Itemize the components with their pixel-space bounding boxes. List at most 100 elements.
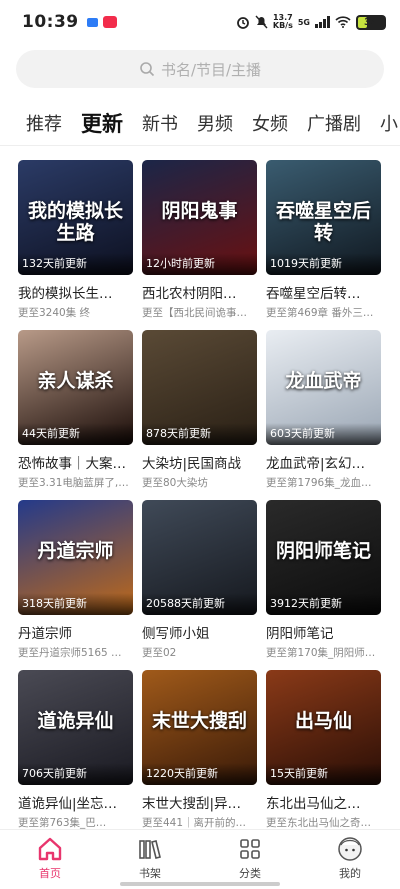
tab-0[interactable]: 推荐: [26, 110, 62, 136]
book-cover[interactable]: 吞噬星空后转 1019天前更新: [266, 160, 381, 275]
book-cover[interactable]: 878天前更新: [142, 330, 257, 445]
book-title[interactable]: 西北农村阴阳…: [142, 282, 257, 302]
update-time-label: 20588天前更新: [142, 593, 257, 615]
book-row: 亲人谋杀 44天前更新 恐怖故事｜大案… 更至3.31电脑蓝屏了,… 878天前更新大染…: [18, 330, 388, 500]
book-title[interactable]: 龙血武帝|玄幻…: [266, 452, 381, 472]
update-time-label: 3912天前更新: [266, 593, 381, 615]
nav-label: 我的: [339, 867, 361, 880]
cover-title-art: 出马仙: [294, 710, 352, 732]
book-card[interactable]: 阴阳鬼事 12小时前更新 西北农村阴阳… 更至【西北民间诡事…: [142, 160, 257, 330]
category-tabs: 推荐 更新 新书 男频 女频 广播剧小: [0, 105, 400, 141]
book-latest-episode: 更至3.31电脑蓝屏了,…: [18, 477, 129, 489]
tab-3[interactable]: 男频: [197, 110, 233, 136]
app-notification-icon: [102, 16, 117, 28]
tab-1[interactable]: 更新: [81, 108, 123, 138]
status-bar: 10:39 13.7 KB/s 5G 34: [0, 0, 400, 44]
book-latest-episode: 更至第170集_阴阳师…: [266, 647, 376, 659]
home-indicator: [120, 882, 280, 886]
book-cover[interactable]: 丹道宗师 318天前更新: [18, 500, 133, 615]
book-title[interactable]: 吞噬星空后转…: [266, 282, 381, 302]
tab-2[interactable]: 新书: [142, 110, 178, 136]
search-input[interactable]: 书名/节目/主播: [16, 50, 384, 88]
bookshelf-icon: [137, 836, 163, 862]
update-time-label: 706天前更新: [18, 763, 133, 785]
book-latest-episode: 更至东北出马仙之奇…: [266, 817, 371, 829]
book-title[interactable]: 我的模拟长生…: [18, 282, 133, 302]
book-card[interactable]: 20588天前更新 侧写师小姐更至02: [142, 500, 257, 670]
wifi-icon: [335, 16, 351, 28]
book-title[interactable]: 侧写师小姐: [142, 622, 257, 642]
category-grid-icon: [237, 836, 263, 862]
tab-6[interactable]: 小: [380, 110, 398, 136]
cover-title-art: 龙血武帝: [285, 370, 362, 392]
network-speed: 13.7 KB/s: [272, 13, 293, 30]
book-row: 道诡异仙 706天前更新道诡异仙|坐忘… 更至第763集_巴… 末世大搜刮 1220天前…: [18, 670, 388, 840]
network-type: 5G: [297, 17, 310, 27]
book-cover[interactable]: 龙血武帝 603天前更新: [266, 330, 381, 445]
search-placeholder: 书名/节目/主播: [160, 60, 262, 79]
book-cover[interactable]: 末世大搜刮 1220天前更新: [142, 670, 257, 785]
book-card[interactable]: 吞噬星空后转 1019天前更新 吞噬星空后转… 更至第469章 番外三…: [266, 160, 381, 330]
book-card[interactable]: 亲人谋杀 44天前更新 恐怖故事｜大案… 更至3.31电脑蓝屏了,…: [18, 330, 133, 500]
update-time-label: 1220天前更新: [142, 763, 257, 785]
book-latest-episode: 更至441｜离开前的…: [142, 817, 247, 829]
cover-title-art: 吞噬星空后转: [275, 200, 371, 244]
bottom-nav: 首页 书架 分类 我的: [0, 829, 400, 889]
book-card[interactable]: 龙血武帝 603天前更新 龙血武帝|玄幻… 更至第1796集_龙血…: [266, 330, 381, 500]
book-cover[interactable]: 阴阳师笔记 3912天前更新: [266, 500, 381, 615]
book-latest-episode: 更至第1796集_龙血…: [266, 477, 372, 489]
book-latest-episode: 更至02: [142, 647, 177, 659]
book-cover[interactable]: 20588天前更新: [142, 500, 257, 615]
tab-5[interactable]: 广播剧: [307, 110, 361, 136]
book-card[interactable]: 878天前更新 大染坊|民国商战 更至80大染坊: [142, 330, 257, 500]
book-cover[interactable]: 亲人谋杀 44天前更新: [18, 330, 133, 445]
book-latest-episode: 更至3240集 终: [18, 307, 91, 319]
nav-home[interactable]: 首页: [0, 830, 100, 889]
book-title[interactable]: 末世大搜刮|异…: [142, 792, 257, 812]
update-time-label: 318天前更新: [18, 593, 133, 615]
book-card[interactable]: 我的模拟长生路 132天前更新 我的模拟长生… 更至3240集 终: [18, 160, 133, 330]
book-card[interactable]: 出马仙 15天前更新 东北出马仙之… 更至东北出马仙之奇…: [266, 670, 381, 840]
book-cover[interactable]: 道诡异仙 706天前更新: [18, 670, 133, 785]
alarm-icon: [236, 17, 249, 29]
book-cover[interactable]: 出马仙 15天前更新: [266, 670, 381, 785]
book-latest-episode: 更至丹道宗师5165 …: [18, 647, 122, 659]
cover-title-art: 末世大搜刮: [151, 710, 247, 732]
divider: [0, 145, 400, 146]
book-title[interactable]: 东北出马仙之…: [266, 792, 381, 812]
book-cover[interactable]: 我的模拟长生路 132天前更新: [18, 160, 133, 275]
nav-bookshelf[interactable]: 书架: [100, 830, 200, 889]
book-card[interactable]: 丹道宗师 318天前更新丹道宗师更至丹道宗师5165 …: [18, 500, 133, 670]
book-card[interactable]: 末世大搜刮 1220天前更新 末世大搜刮|异… 更至441｜离开前的…: [142, 670, 257, 840]
book-title[interactable]: 丹道宗师: [18, 622, 133, 642]
book-title[interactable]: 阴阳师笔记: [266, 622, 381, 642]
profile-avatar-icon: [337, 836, 363, 862]
search-icon: [140, 62, 155, 77]
tab-4[interactable]: 女频: [252, 110, 288, 136]
book-latest-episode: 更至第469章 番外三…: [266, 307, 374, 319]
cover-title-art: 我的模拟长生路: [27, 200, 123, 244]
nav-category-grid[interactable]: 分类: [200, 830, 300, 889]
cover-title-art: 亲人谋杀: [37, 370, 114, 392]
book-title[interactable]: 恐怖故事｜大案…: [18, 452, 133, 472]
update-time-label: 132天前更新: [18, 253, 133, 275]
book-card[interactable]: 道诡异仙 706天前更新道诡异仙|坐忘… 更至第763集_巴…: [18, 670, 133, 840]
book-latest-episode: 更至第763集_巴…: [18, 817, 107, 829]
nav-label: 书架: [139, 867, 161, 880]
book-row: 我的模拟长生路 132天前更新 我的模拟长生… 更至3240集 终 阴阳鬼事 12小时前更…: [18, 160, 388, 330]
status-time: 10:39: [22, 12, 79, 32]
signal-icon: [315, 16, 330, 28]
book-title[interactable]: 道诡异仙|坐忘…: [18, 792, 133, 812]
update-time-label: 15天前更新: [266, 763, 381, 785]
book-cover[interactable]: 阴阳鬼事 12小时前更新: [142, 160, 257, 275]
cover-title-art: 阴阳鬼事: [161, 200, 238, 222]
book-title[interactable]: 大染坊|民国商战: [142, 452, 257, 472]
home-icon: [37, 836, 63, 862]
message-app-icon: [86, 17, 98, 27]
nav-profile-avatar[interactable]: 我的: [300, 830, 400, 889]
update-time-label: 1019天前更新: [266, 253, 381, 275]
nav-label: 首页: [39, 867, 61, 880]
update-time-label: 603天前更新: [266, 423, 381, 445]
book-card[interactable]: 阴阳师笔记 3912天前更新阴阳师笔记更至第170集_阴阳师…: [266, 500, 381, 670]
update-time-label: 44天前更新: [18, 423, 133, 445]
